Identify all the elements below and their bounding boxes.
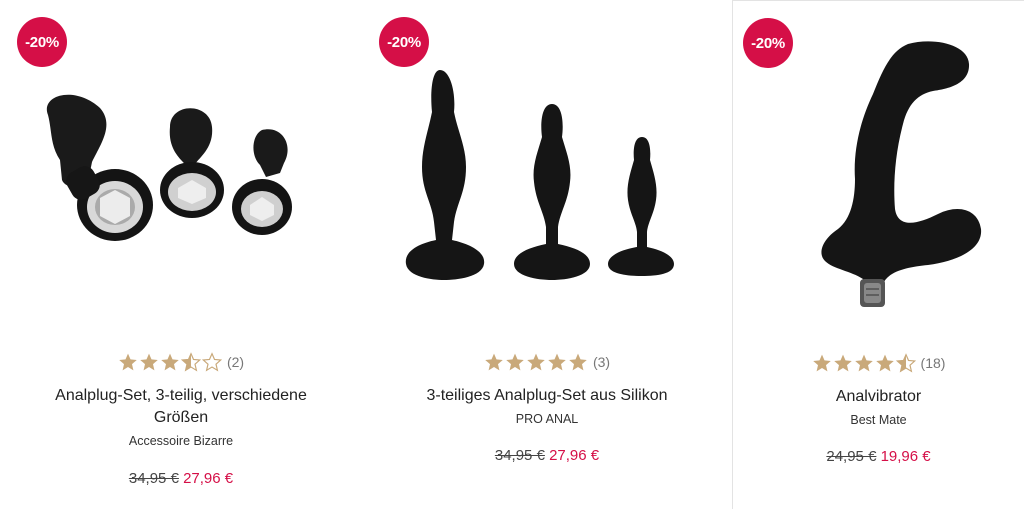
review-count[interactable]: (2) [227, 354, 244, 370]
product-info: (2) Analplug-Set, 3-teilig, verschiedene… [0, 348, 362, 489]
discount-badge: -20% [379, 17, 429, 67]
star-empty-icon [201, 352, 222, 372]
price: 24,95 € 19,96 € [733, 447, 1024, 467]
star-full-icon [854, 354, 873, 372]
product-image[interactable] [733, 39, 1024, 314]
star-rating [812, 353, 916, 373]
sale-price: 27,96 € [549, 447, 600, 464]
product-image[interactable] [0, 90, 362, 260]
star-full-icon [485, 353, 503, 371]
product-brand: Best Mate [850, 413, 907, 427]
product-title[interactable]: 3-teiliges Analplug-Set aus Silikon [362, 385, 732, 407]
discount-badge: -20% [17, 17, 67, 67]
product-image[interactable] [362, 62, 732, 287]
star-full-icon [506, 353, 524, 371]
anal-vibrator-icon [821, 41, 982, 307]
star-half-icon [895, 353, 916, 373]
review-count[interactable]: (18) [921, 355, 946, 371]
price: 34,95 € 27,96 € [362, 446, 732, 466]
sale-price: 19,96 € [880, 448, 931, 465]
old-price: 24,95 € [826, 448, 877, 465]
star-rating [484, 352, 588, 372]
product-title[interactable]: Analplug-Set, 3-teilig, verschiedene Grö… [0, 385, 362, 429]
star-full-icon [875, 354, 894, 372]
silicone-plug-set-icon [405, 70, 674, 280]
product-info: (18) Analvibrator Best Mate 24,95 € 19,9… [733, 349, 1024, 467]
review-count[interactable]: (3) [593, 354, 610, 370]
product-brand: Accessoire Bizarre [128, 434, 234, 448]
star-half-icon [180, 352, 201, 372]
star-full-icon [833, 354, 852, 372]
star-full-icon [812, 354, 831, 372]
star-full-icon [119, 353, 137, 371]
product-title[interactable]: Analvibrator [733, 386, 1024, 408]
old-price: 34,95 € [128, 470, 179, 487]
price: 34,95 € 27,96 € [0, 469, 362, 489]
product-card[interactable]: -20% (2) Analplug-Set, 3-teilig, verschi… [0, 0, 362, 509]
rating: (3) [362, 348, 732, 376]
star-full-icon [140, 353, 158, 371]
star-full-icon [527, 353, 545, 371]
rating: (18) [733, 349, 1024, 377]
sale-price: 27,96 € [183, 470, 234, 487]
product-card[interactable]: -20% (18) Analvibrator Best Mate 24,95 €… [732, 0, 1024, 509]
star-full-icon [569, 353, 587, 371]
product-brand: PRO ANAL [515, 412, 579, 426]
rating: (2) [0, 348, 362, 376]
old-price: 34,95 € [494, 447, 545, 464]
star-rating [118, 352, 222, 372]
star-full-icon [548, 353, 566, 371]
analplug-set-jewel-icon [46, 94, 292, 241]
product-card[interactable]: -20% (3) 3-teiliges Analplug-Set aus Sil… [362, 0, 732, 509]
product-info: (3) 3-teiliges Analplug-Set aus Silikon … [362, 348, 732, 466]
star-full-icon [161, 353, 179, 371]
